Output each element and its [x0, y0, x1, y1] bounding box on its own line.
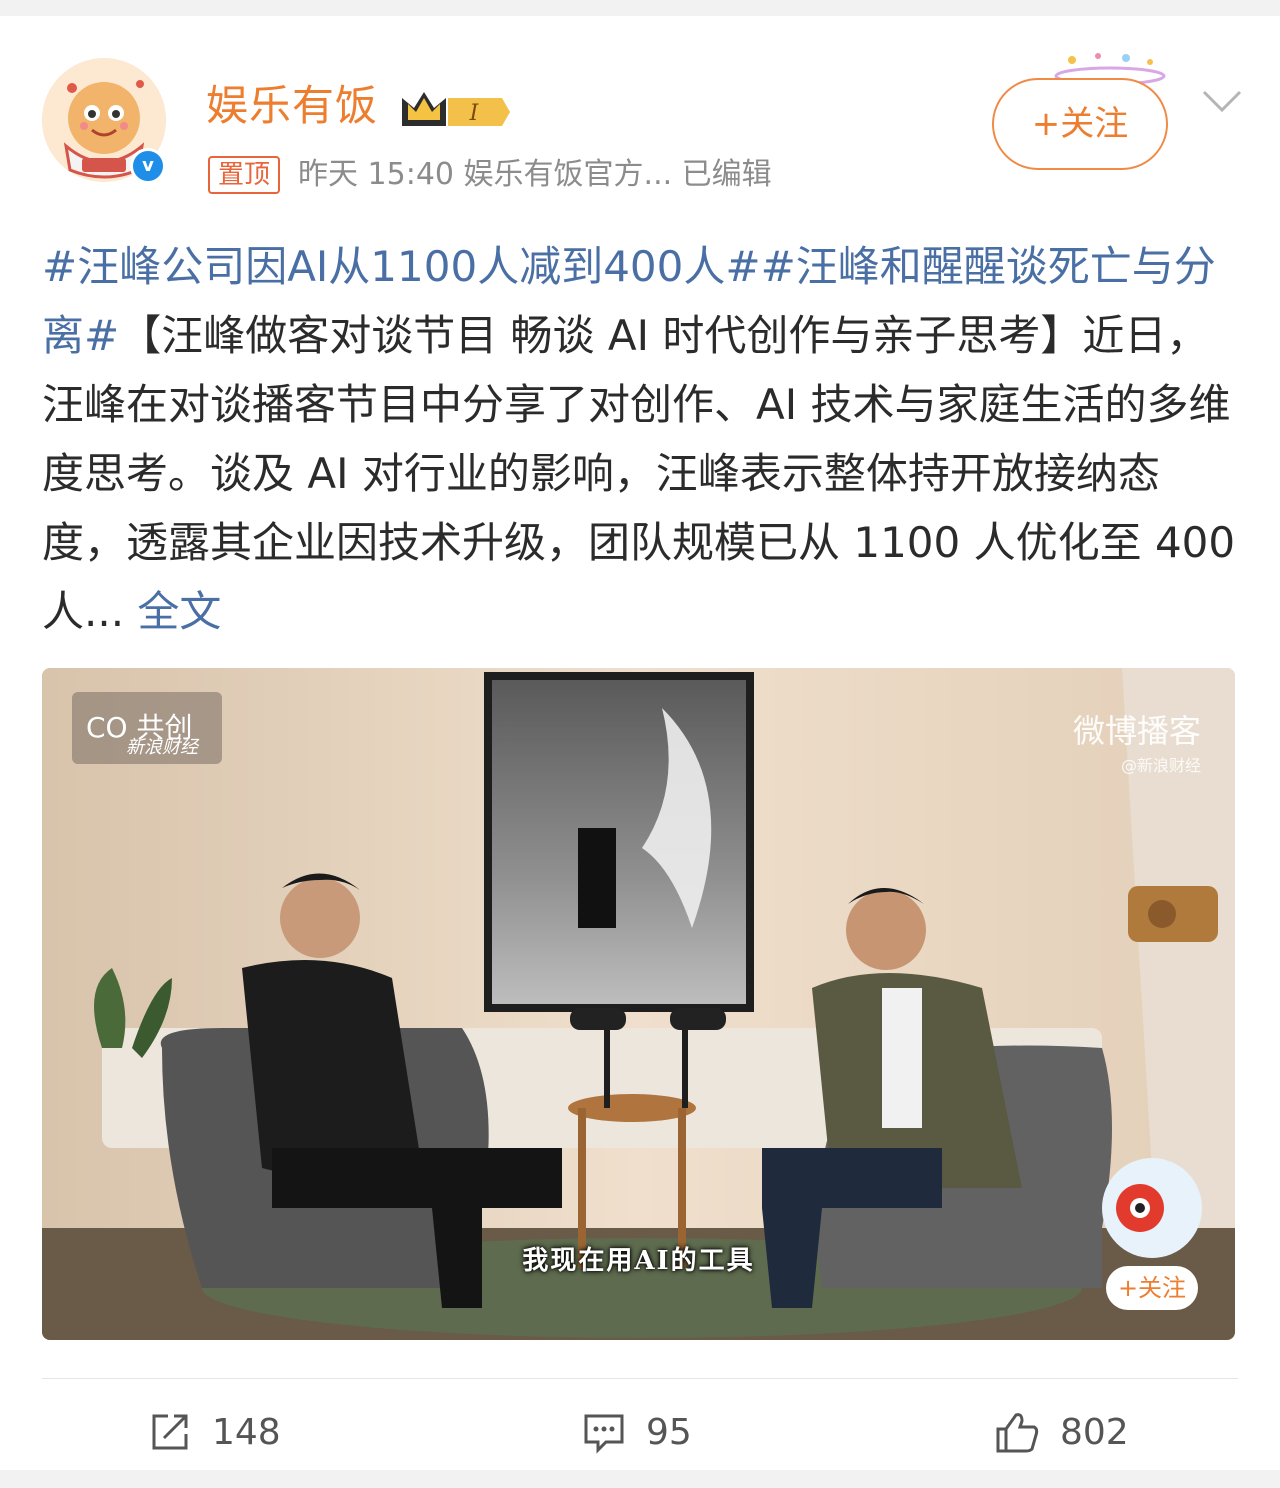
level-badge-text: I — [469, 101, 480, 126]
watermark-weibo-podcast: 微博播客 — [1072, 712, 1201, 750]
share-count: 148 — [212, 1411, 281, 1453]
share-icon — [152, 1414, 188, 1450]
comment-action[interactable]: 95 — [582, 1408, 692, 1456]
like-icon — [996, 1413, 1039, 1453]
crown-level-icon: I — [402, 92, 510, 126]
chevron-down-icon[interactable] — [1200, 86, 1244, 116]
post-text: #汪峰公司因AI从1100人减到400人##汪峰和醒醒谈死亡与分离#【汪峰做客对… — [42, 232, 1242, 646]
video-thumbnail[interactable]: CO 共创 新浪财经 微博播客 @新浪财经 我现在用AI的工具 +关注 — [42, 668, 1235, 1340]
video-follow-button[interactable]: +关注 — [1106, 1266, 1198, 1310]
watermark-handle: @新浪财经 — [1120, 756, 1201, 775]
like-count: 802 — [1060, 1411, 1129, 1453]
verified-badge-icon: v — [130, 148, 166, 184]
watermark-cocreate: CO 共创 新浪财经 — [72, 692, 222, 764]
divider — [42, 1378, 1238, 1379]
post-card: v 娱乐有饭 I 置顶 昨天 15:40 娱乐有饭官方... 已编辑 +关注 #… — [0, 16, 1280, 1470]
read-more-link[interactable]: 全文 — [124, 587, 221, 636]
watermark-sina-finance: 新浪财经 — [126, 737, 198, 758]
post-meta: 置顶 昨天 15:40 娱乐有饭官方... 已编辑 — [208, 154, 772, 196]
video-subtitle: 我现在用AI的工具 — [522, 1246, 755, 1276]
username[interactable]: 娱乐有饭 — [206, 80, 378, 132]
comment-count: 95 — [646, 1411, 692, 1453]
share-action[interactable]: 148 — [148, 1408, 281, 1456]
hashtag-link[interactable]: #汪峰公司因AI从1100人减到400人# — [42, 242, 761, 291]
like-action[interactable]: 802 — [994, 1408, 1129, 1456]
pinned-badge: 置顶 — [208, 156, 281, 194]
comment-icon — [584, 1414, 624, 1454]
post-meta-text: 昨天 15:40 娱乐有饭官方... 已编辑 — [298, 157, 772, 192]
follow-button[interactable]: +关注 — [992, 78, 1168, 170]
